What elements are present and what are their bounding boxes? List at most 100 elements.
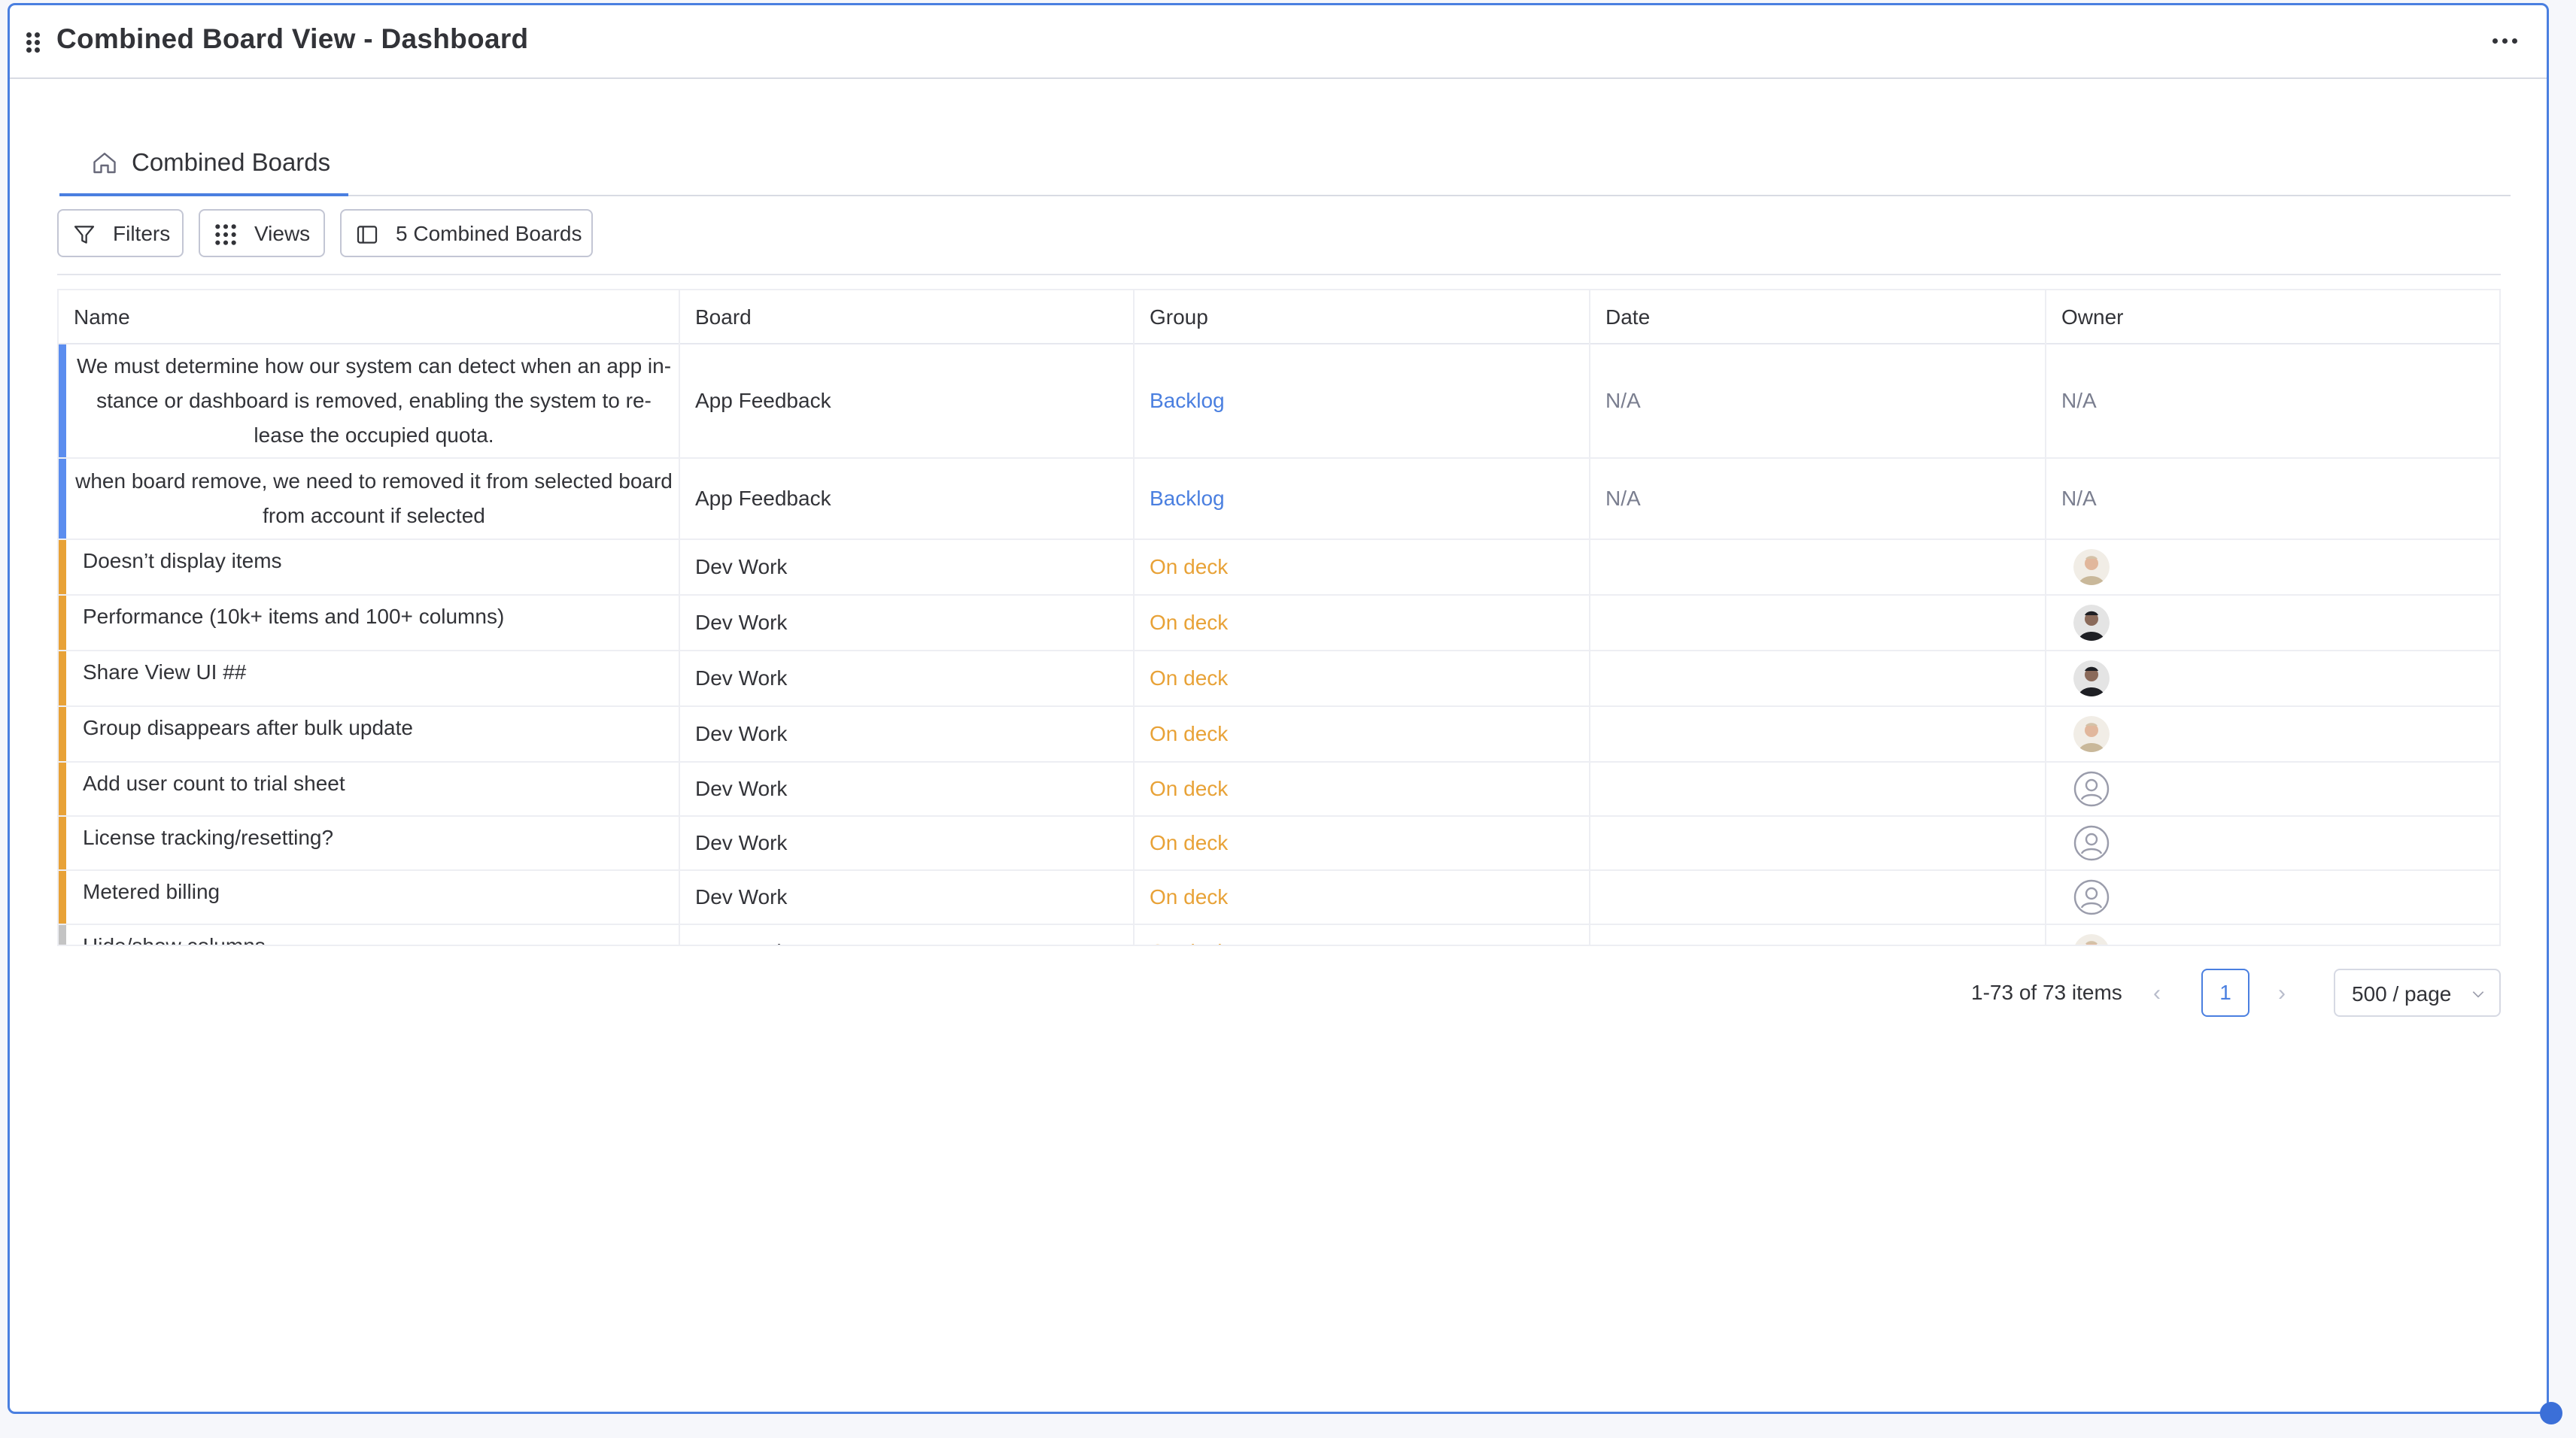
chevron-down-icon	[2472, 991, 2484, 998]
cell-owner	[2046, 540, 2499, 594]
cell-group[interactable]: On deck	[1135, 651, 1590, 705]
table-row[interactable]: when board remove, we need to removed it…	[59, 459, 2499, 540]
table-header: Name Board Group Date Owner	[59, 290, 2499, 344]
more-options-icon[interactable]	[2492, 35, 2520, 47]
table-row[interactable]: Performance (10k+ items and 100+ columns…	[59, 596, 2499, 651]
filters-label: Filters	[113, 222, 171, 245]
cell-group[interactable]: On deck	[1135, 871, 1590, 924]
page-button-current[interactable]: 1	[2201, 969, 2249, 1017]
cell-owner: N/A	[2061, 487, 2097, 510]
combined-boards-button[interactable]: 5 Combined Boards	[340, 209, 593, 257]
column-header-board[interactable]: Board	[680, 290, 1135, 344]
cell-owner	[2046, 707, 2499, 761]
cell-date	[1590, 540, 2046, 594]
cell-date	[1590, 707, 2046, 761]
filter-icon	[74, 226, 95, 244]
cell-group[interactable]: On deck	[1135, 596, 1590, 650]
widget-header: Combined Board View - Dashboard	[10, 5, 2547, 79]
cell-name[interactable]: when board remove, we need to removed it…	[59, 459, 680, 538]
table-row[interactable]: Metered billing Dev Work On deck	[59, 871, 2499, 925]
column-header-group[interactable]: Group	[1135, 290, 1590, 344]
cell-owner	[2046, 596, 2499, 650]
cell-date: N/A	[1590, 459, 2046, 538]
table-row[interactable]: Add user count to trial sheet Dev Work On …	[59, 763, 2499, 817]
cell-group[interactable]: On deck	[1135, 763, 1590, 815]
cell-owner	[2046, 763, 2499, 815]
views-button[interactable]: Views	[199, 209, 325, 257]
column-header-owner[interactable]: Owner	[2046, 290, 2499, 344]
avatar[interactable]	[2073, 716, 2110, 752]
pagination: 1-73 of 73 items ‹ 1 › 500 / page	[0, 969, 2576, 1018]
cell-name[interactable]: Add user count to trial sheet	[59, 763, 680, 815]
cell-board: App Feedback	[680, 344, 1135, 457]
cell-group[interactable]: On deck	[1135, 925, 1590, 945]
cell-date	[1590, 763, 2046, 815]
cell-board: Dev Work	[680, 817, 1135, 869]
cell-date	[1590, 871, 2046, 924]
cell-group[interactable]: On deck	[1135, 817, 1590, 869]
cell-board: Dev Work	[680, 596, 1135, 650]
cell-date	[1590, 596, 2046, 650]
cell-date	[1590, 817, 2046, 869]
divider	[57, 274, 2501, 275]
home-icon	[93, 153, 116, 174]
cell-group[interactable]: On deck	[1135, 707, 1590, 761]
cell-board: Dev Work	[680, 707, 1135, 761]
grid-icon	[215, 224, 236, 245]
prev-page-icon[interactable]: ‹	[2153, 981, 2161, 1006]
avatar[interactable]	[2073, 934, 2110, 945]
avatar[interactable]	[2073, 660, 2110, 696]
table-row[interactable]: Share View UI ## Dev Work On deck	[59, 651, 2499, 707]
cell-name[interactable]: License tracking/resetting?	[59, 817, 680, 869]
resize-handle[interactable]	[2540, 1402, 2562, 1424]
filters-button[interactable]: Filters	[57, 209, 184, 257]
column-header-date[interactable]: Date	[1590, 290, 2046, 344]
page-size-select[interactable]: 500 / page	[2334, 969, 2501, 1017]
avatar[interactable]	[2073, 605, 2110, 641]
cell-board: Dev Work	[680, 651, 1135, 705]
page-size-label: 500 / page	[2352, 982, 2452, 1006]
cell-date: N/A	[1590, 344, 2046, 457]
column-header-name[interactable]: Name	[59, 290, 680, 344]
cell-board: App Feedback	[680, 459, 1135, 538]
cell-board: Dev Work	[680, 925, 1135, 945]
cell-name[interactable]: Metered billing	[59, 871, 680, 924]
user-placeholder-icon[interactable]	[2073, 771, 2110, 807]
cell-name[interactable]: Hide/show columns	[59, 925, 680, 945]
cell-group[interactable]: On deck	[1135, 540, 1590, 594]
cell-board: Dev Work	[680, 540, 1135, 594]
next-page-icon[interactable]: ›	[2278, 981, 2286, 1006]
user-placeholder-icon[interactable]	[2073, 879, 2110, 915]
cell-owner: N/A	[2061, 389, 2097, 412]
pagination-summary: 1-73 of 73 items	[1971, 981, 2122, 1004]
cell-owner	[2046, 871, 2499, 924]
cell-owner	[2046, 817, 2499, 869]
cell-name[interactable]: Group disappears after bulk update	[59, 707, 680, 761]
avatar[interactable]	[2073, 549, 2110, 585]
table-row[interactable]: Doesn’t display items Dev Work On deck	[59, 540, 2499, 596]
combined-boards-label: 5 Combined Boards	[396, 222, 582, 245]
cell-group[interactable]: Backlog	[1135, 459, 1590, 538]
user-placeholder-icon[interactable]	[2073, 825, 2110, 861]
tab-combined-boards[interactable]: Combined Boards	[59, 130, 348, 196]
table-row[interactable]: License tracking/resetting? Dev Work On de…	[59, 817, 2499, 871]
cell-name[interactable]: Share View UI ##	[59, 651, 680, 705]
cell-board: Dev Work	[680, 763, 1135, 815]
board-tabs: Combined Boards	[59, 130, 2511, 196]
drag-handle-icon[interactable]	[26, 31, 43, 55]
cell-owner	[2046, 925, 2499, 945]
views-label: Views	[254, 222, 311, 245]
cell-name[interactable]: Doesn’t display items	[59, 540, 680, 594]
cell-name[interactable]: We must determine how our system can det…	[59, 344, 680, 457]
cell-date	[1590, 651, 2046, 705]
cell-date	[1590, 925, 2046, 945]
table-row[interactable]: Group disappears after bulk update Dev Wo…	[59, 707, 2499, 763]
table-row[interactable]: Hide/show columnsDev WorkOn deck	[59, 925, 2499, 945]
table-row[interactable]: We must determine how our system can det…	[59, 344, 2499, 459]
cell-group[interactable]: Backlog	[1135, 344, 1590, 457]
cell-owner	[2046, 651, 2499, 705]
cell-board: Dev Work	[680, 871, 1135, 924]
cell-name[interactable]: Performance (10k+ items and 100+ columns…	[59, 596, 680, 650]
items-table: Name Board Group Date Owner We must dete…	[57, 289, 2501, 946]
tab-label: Combined Boards	[132, 148, 331, 176]
